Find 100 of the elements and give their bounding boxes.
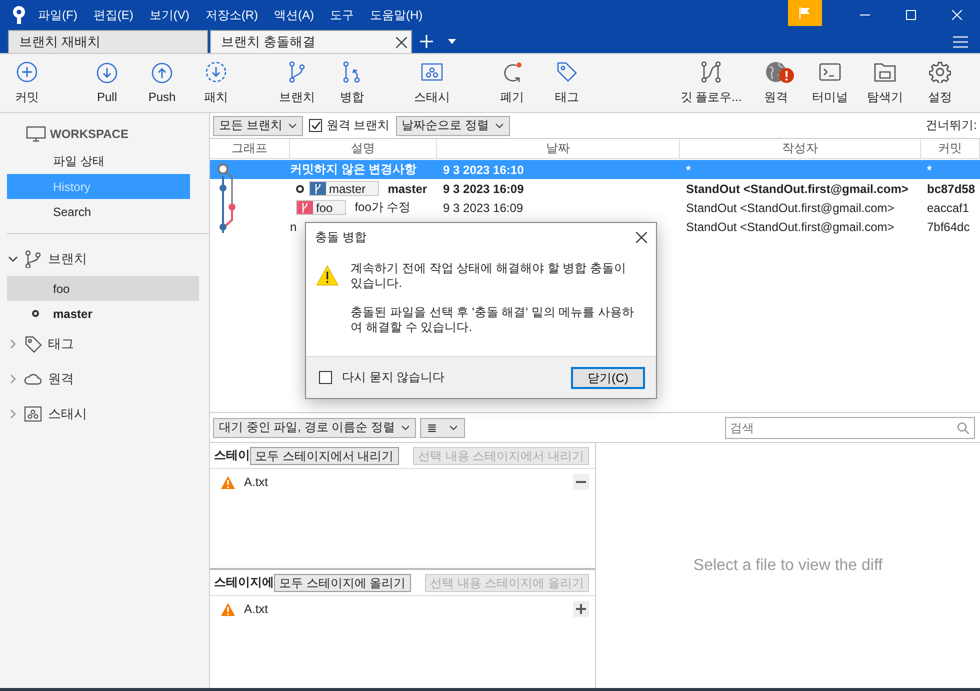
toolbar-button[interactable]: 원격 [749, 54, 803, 112]
branch-label: foo [296, 200, 346, 215]
menu-item[interactable]: 편집(E) [93, 6, 134, 24]
menu-icon [952, 36, 968, 48]
sidebar-section[interactable]: 스태시 [48, 404, 87, 422]
alert-icon [779, 68, 794, 83]
toolbar-button[interactable]: 탐색기 [858, 54, 912, 112]
close-icon [396, 36, 407, 48]
terminal-icon [819, 60, 841, 82]
jump-label: 건너뛰기: [926, 117, 977, 134]
tab[interactable]: 브랜치 재배치 [8, 30, 208, 53]
file-name[interactable]: A.txt [244, 475, 565, 489]
commit-date: 9 3 2023 16:09 [443, 182, 524, 196]
file-sort-dropdown[interactable]: 대기 중인 파일, 경로 이름순 정렬 [213, 418, 416, 438]
checkbox-label: 원격 브랜치 [326, 117, 390, 134]
toolbar-button[interactable]: 터미널 [803, 54, 857, 112]
commit-author: StandOut <StandOut.first@gmail.com> [686, 182, 908, 196]
caret-icon [288, 122, 298, 128]
commit-date: 9 3 2023 16:10 [443, 162, 524, 176]
collapsed-caret-icon [8, 408, 18, 418]
toolbar-button[interactable]: 병합 [325, 54, 379, 112]
column-header[interactable]: 설명 [290, 139, 437, 159]
close-tab-button[interactable] [396, 36, 407, 48]
branch-icon [314, 184, 322, 194]
toolbar-button[interactable]: 패치 [189, 54, 243, 112]
toolbar-button[interactable]: 스태시 [405, 54, 459, 112]
section-title: 스테이 [214, 447, 250, 464]
stage-button[interactable] [573, 601, 589, 617]
sidebar-section[interactable]: 브랜치 [48, 250, 87, 268]
search-field[interactable]: 검색 [725, 416, 975, 438]
current-branch-icon [32, 310, 39, 317]
menu-item[interactable]: 액션(A) [274, 6, 314, 24]
git-flow-icon [700, 60, 722, 82]
toolbar-button[interactable]: 브랜치 [270, 54, 324, 112]
menu-item[interactable]: 파일(F) [38, 6, 78, 24]
plus-circle-icon [16, 60, 38, 82]
monitor-icon [26, 126, 46, 142]
branch-label: master [309, 181, 379, 196]
unstage-button[interactable] [573, 474, 589, 490]
stage-all-button[interactable]: 모두 스테이지에서 내리기 [250, 446, 399, 464]
menu-item[interactable]: 보기(V) [149, 6, 190, 24]
tag-icon [24, 334, 42, 352]
commit-description: master [388, 182, 428, 196]
toolbar-button[interactable]: 설정 [913, 54, 967, 112]
commit-description: 커밋하지 않은 변경사항 [290, 161, 417, 178]
checkbox-label: 다시 묻지 않습니다 [342, 369, 445, 386]
caret-icon [401, 424, 410, 430]
stage-all-button[interactable]: 모두 스테이지에 올리기 [274, 574, 411, 592]
stash-icon [24, 404, 42, 422]
flag-icon [799, 7, 811, 19]
commit-author: StandOut <StandOut.first@gmail.com> [686, 220, 894, 234]
check-icon [310, 121, 321, 130]
toolbar-button[interactable]: Pull [80, 54, 134, 112]
commit-row[interactable]: foo foo가 수정 9 3 2023 16:09 StandOut <StandOut.first@gmail.com> eaccaf1 [210, 198, 980, 217]
column-header[interactable]: 날짜 [437, 139, 680, 159]
toolbar-button[interactable]: 폐기 [485, 54, 539, 112]
settings-icon [929, 60, 951, 82]
checkbox[interactable] [319, 371, 332, 384]
branch-item[interactable]: master [7, 301, 199, 326]
up-arrow-circle-icon [151, 62, 173, 84]
column-header[interactable]: 그래프 [210, 139, 290, 159]
collapsed-caret-icon [8, 374, 18, 384]
commit-hash: * [927, 162, 932, 176]
column-header[interactable]: 작성자 [680, 139, 921, 159]
toolbar-button[interactable]: 태그 [540, 54, 594, 112]
menu-item[interactable]: 저장소(R) [205, 6, 258, 24]
checkbox[interactable] [309, 119, 322, 132]
close-dialog-button[interactable]: 닫기(C) [571, 366, 645, 388]
warning-icon [220, 602, 236, 616]
commit-author: StandOut <StandOut.first@gmail.com> [686, 200, 894, 214]
discard-icon [501, 60, 523, 82]
toolbar-button[interactable]: 깃 플로우... [682, 54, 740, 112]
file-name[interactable]: A.txt [244, 602, 565, 616]
search-icon [957, 422, 969, 434]
commit-date: 9 3 2023 16:09 [443, 200, 524, 214]
stash-icon [421, 60, 443, 82]
toolbar-button[interactable]: 커밋 [0, 54, 54, 112]
sidebar-section[interactable]: 태그 [48, 334, 74, 352]
menu-item[interactable]: 도움말(H) [370, 6, 423, 24]
dialog-message: 계속하기 전에 작업 상태에 해결해야 할 병합 충돌이 있습니다. [350, 261, 628, 291]
menu-item[interactable]: 도구 [330, 6, 354, 24]
column-header[interactable]: 커밋 [921, 139, 980, 159]
commit-author: * [686, 162, 691, 176]
workspace-title: WORKSPACE [50, 127, 128, 141]
sidebar-item[interactable]: Search [7, 199, 190, 224]
branch-filter-dropdown[interactable]: 모든 브랜치 [213, 116, 304, 136]
tab[interactable]: 브랜치 충돌해결 [210, 30, 412, 53]
tag-icon [556, 60, 578, 82]
sidebar-item[interactable]: 파일 상태 [7, 149, 190, 174]
commit-row[interactable]: master master 9 3 2023 16:09 StandOut <StandOut.first@gmail.com> bc87d58 [210, 179, 980, 198]
plus-icon [420, 35, 432, 48]
view-mode-dropdown[interactable]: ≣ [420, 418, 466, 438]
toolbar-button[interactable]: Push [135, 54, 189, 112]
dialog-title: 충돌 병합 [315, 228, 368, 246]
collapsed-caret-icon [8, 338, 18, 348]
caret-icon [448, 39, 456, 44]
branch-item[interactable]: foo [7, 276, 199, 301]
dialog-message: 충돌된 파일을 선택 후 '충돌 해결' 밑의 메뉴를 사용하여 해결할 수 있습니다. [350, 305, 635, 335]
sidebar-section[interactable]: 원격 [48, 370, 74, 388]
sort-dropdown[interactable]: 날짜순으로 정렬 [396, 116, 510, 136]
